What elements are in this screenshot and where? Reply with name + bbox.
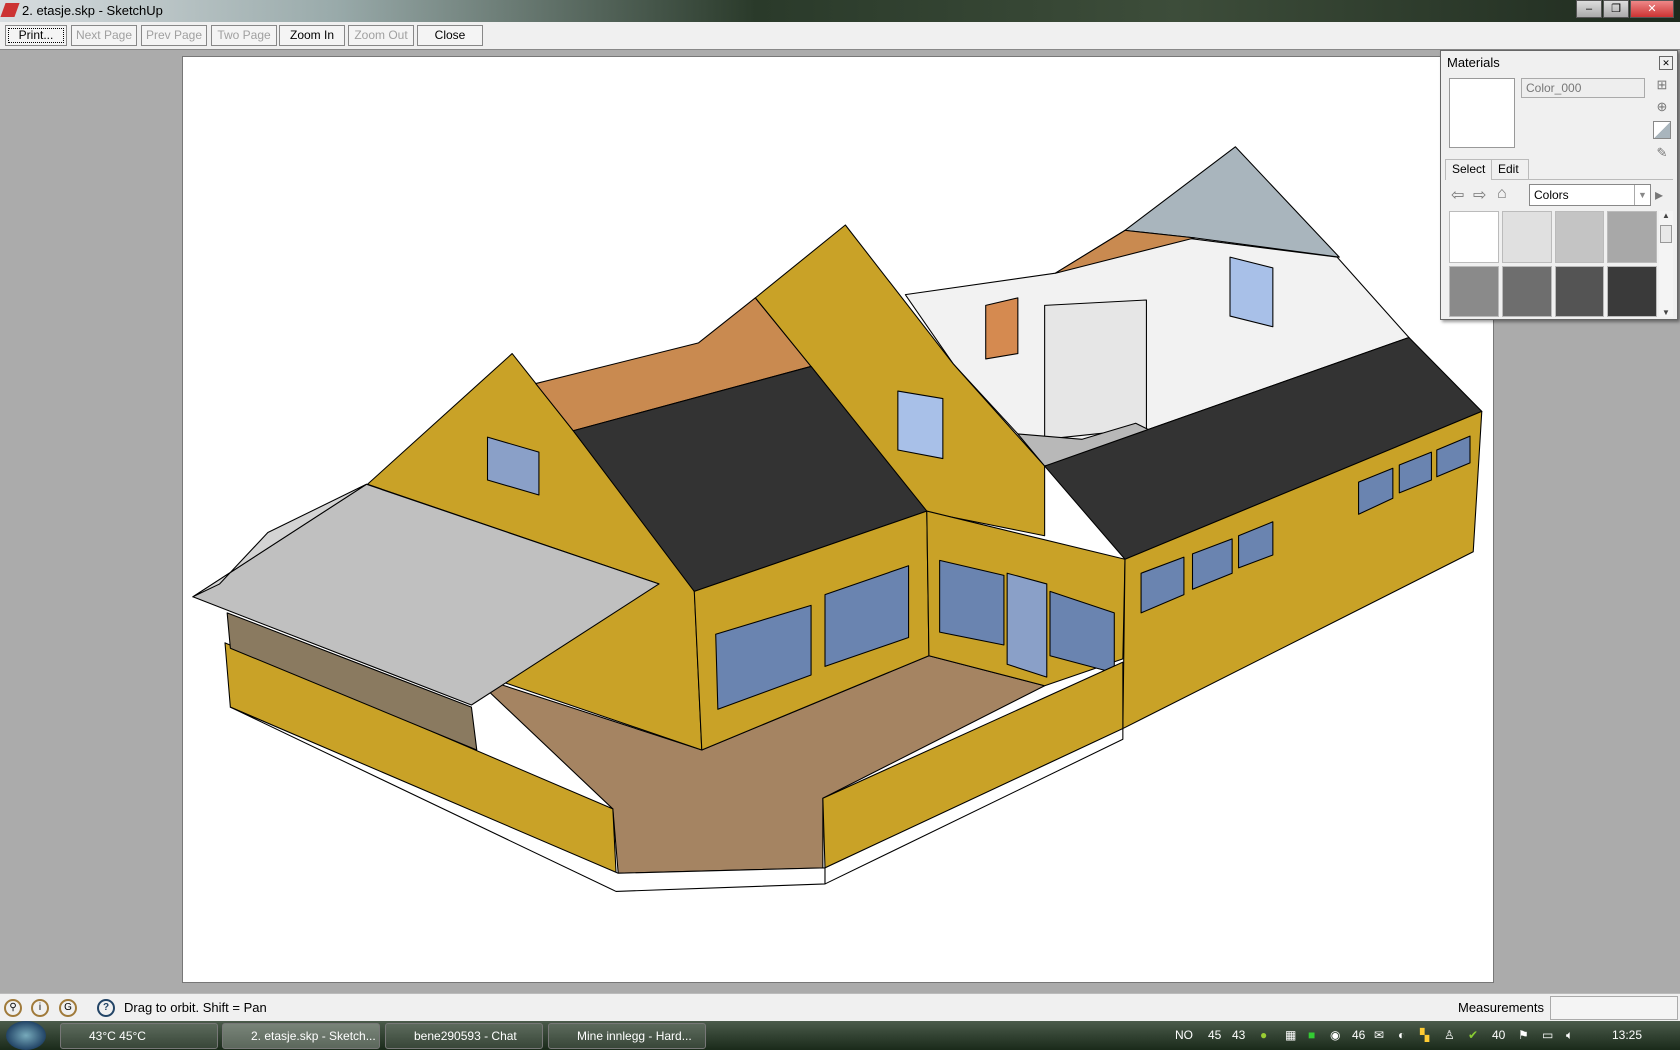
details-arrow-icon[interactable]: ▸: [1655, 185, 1663, 205]
chevron-down-icon: ▼: [1634, 185, 1650, 205]
language-indicator[interactable]: NO: [1175, 1028, 1193, 1042]
user-icon[interactable]: ♙: [1444, 1028, 1455, 1042]
steam-icon[interactable]: ◉: [1330, 1028, 1340, 1042]
tab-edit[interactable]: Edit: [1491, 159, 1529, 180]
windows-live-icon[interactable]: ▚: [1420, 1028, 1429, 1042]
house-model-view[interactable]: [0, 0, 1680, 1050]
geo-location-icon[interactable]: ⚲: [4, 999, 22, 1017]
network-icon[interactable]: ▭: [1542, 1028, 1553, 1042]
tab-select[interactable]: Select: [1445, 159, 1493, 180]
interior-window: [1229, 256, 1274, 328]
google-signin-icon[interactable]: G: [59, 999, 77, 1017]
start-button[interactable]: [6, 1021, 46, 1050]
library-select[interactable]: Colors ▼: [1529, 184, 1651, 206]
status-bar: ⚲ i G ? Drag to orbit. Shift = Pan Measu…: [0, 993, 1680, 1021]
tray-monitor-icon[interactable]: ▦: [1285, 1028, 1296, 1042]
check-icon[interactable]: ✔: [1468, 1028, 1478, 1042]
color-swatch[interactable]: [1607, 265, 1657, 317]
credits-icon[interactable]: i: [31, 999, 49, 1017]
material-name-field[interactable]: Color_000: [1521, 78, 1645, 98]
taskbar-item-firefox[interactable]: Mine innlegg - Hard...: [548, 1023, 706, 1049]
home-icon[interactable]: ⌂: [1497, 185, 1507, 203]
taskbar-item-temperature[interactable]: 43°C 45°C: [60, 1023, 218, 1049]
interior-partition: [1044, 299, 1147, 440]
back-arrow-icon[interactable]: ⇦: [1451, 185, 1464, 205]
measurements-input[interactable]: [1550, 996, 1678, 1020]
tray-temp-4: 40: [1492, 1028, 1506, 1042]
color-swatch[interactable]: [1501, 265, 1552, 317]
glass-door: [1006, 572, 1048, 678]
volume-icon[interactable]: 🔈︎: [1566, 1028, 1573, 1043]
color-swatch[interactable]: [1554, 265, 1605, 317]
close-icon[interactable]: ✕: [1659, 56, 1673, 70]
color-swatch[interactable]: [1501, 211, 1552, 263]
color-swatch[interactable]: [1554, 211, 1605, 263]
spotify-icon[interactable]: ●: [1260, 1028, 1267, 1042]
help-icon[interactable]: ?: [97, 999, 115, 1017]
center-window: [897, 390, 944, 460]
create-material-icon[interactable]: ⊞: [1653, 77, 1671, 95]
taskbar-item-steam-chat[interactable]: bene290593 - Chat: [385, 1023, 543, 1049]
library-value: Colors: [1534, 188, 1569, 202]
tray-temp-3: 46: [1352, 1028, 1366, 1042]
materials-title: Materials: [1447, 55, 1500, 70]
interior-door: [985, 297, 1019, 360]
forward-arrow-icon[interactable]: ⇨: [1473, 185, 1486, 205]
swatch-scrollbar[interactable]: ▲ ▼: [1659, 211, 1673, 317]
color-swatch[interactable]: [1607, 211, 1657, 263]
default-material-icon[interactable]: [1653, 121, 1671, 139]
taskbar-item-sketchup[interactable]: 2. etasje.skp - Sketch...: [222, 1023, 380, 1049]
taskbar: 43°C 45°C 2. etasje.skp - Sketch... bene…: [0, 1021, 1680, 1050]
network-app-icon[interactable]: ◐: [1398, 1028, 1405, 1042]
status-hint: Drag to orbit. Shift = Pan: [124, 1000, 267, 1015]
tray-temp-2: 43: [1232, 1028, 1246, 1042]
material-preview: [1449, 78, 1515, 148]
action-center-flag-icon[interactable]: ⚑: [1518, 1028, 1529, 1042]
swatch-grid: [1449, 211, 1657, 317]
materials-panel: Materials ✕ Color_000 ⊞ ⊕ ✎ Select Edit …: [1440, 50, 1678, 320]
window: [939, 559, 1005, 646]
tray-temp-1: 45: [1208, 1028, 1222, 1042]
color-swatch[interactable]: [1449, 211, 1499, 263]
mail-icon[interactable]: ✉: [1374, 1028, 1384, 1042]
color-swatch[interactable]: [1449, 265, 1499, 317]
clock[interactable]: 13:25: [1612, 1028, 1642, 1042]
add-to-model-icon[interactable]: ⊕: [1653, 99, 1671, 117]
tray-app-icon[interactable]: ■: [1308, 1028, 1315, 1042]
measurements-label: Measurements: [1458, 1000, 1544, 1015]
